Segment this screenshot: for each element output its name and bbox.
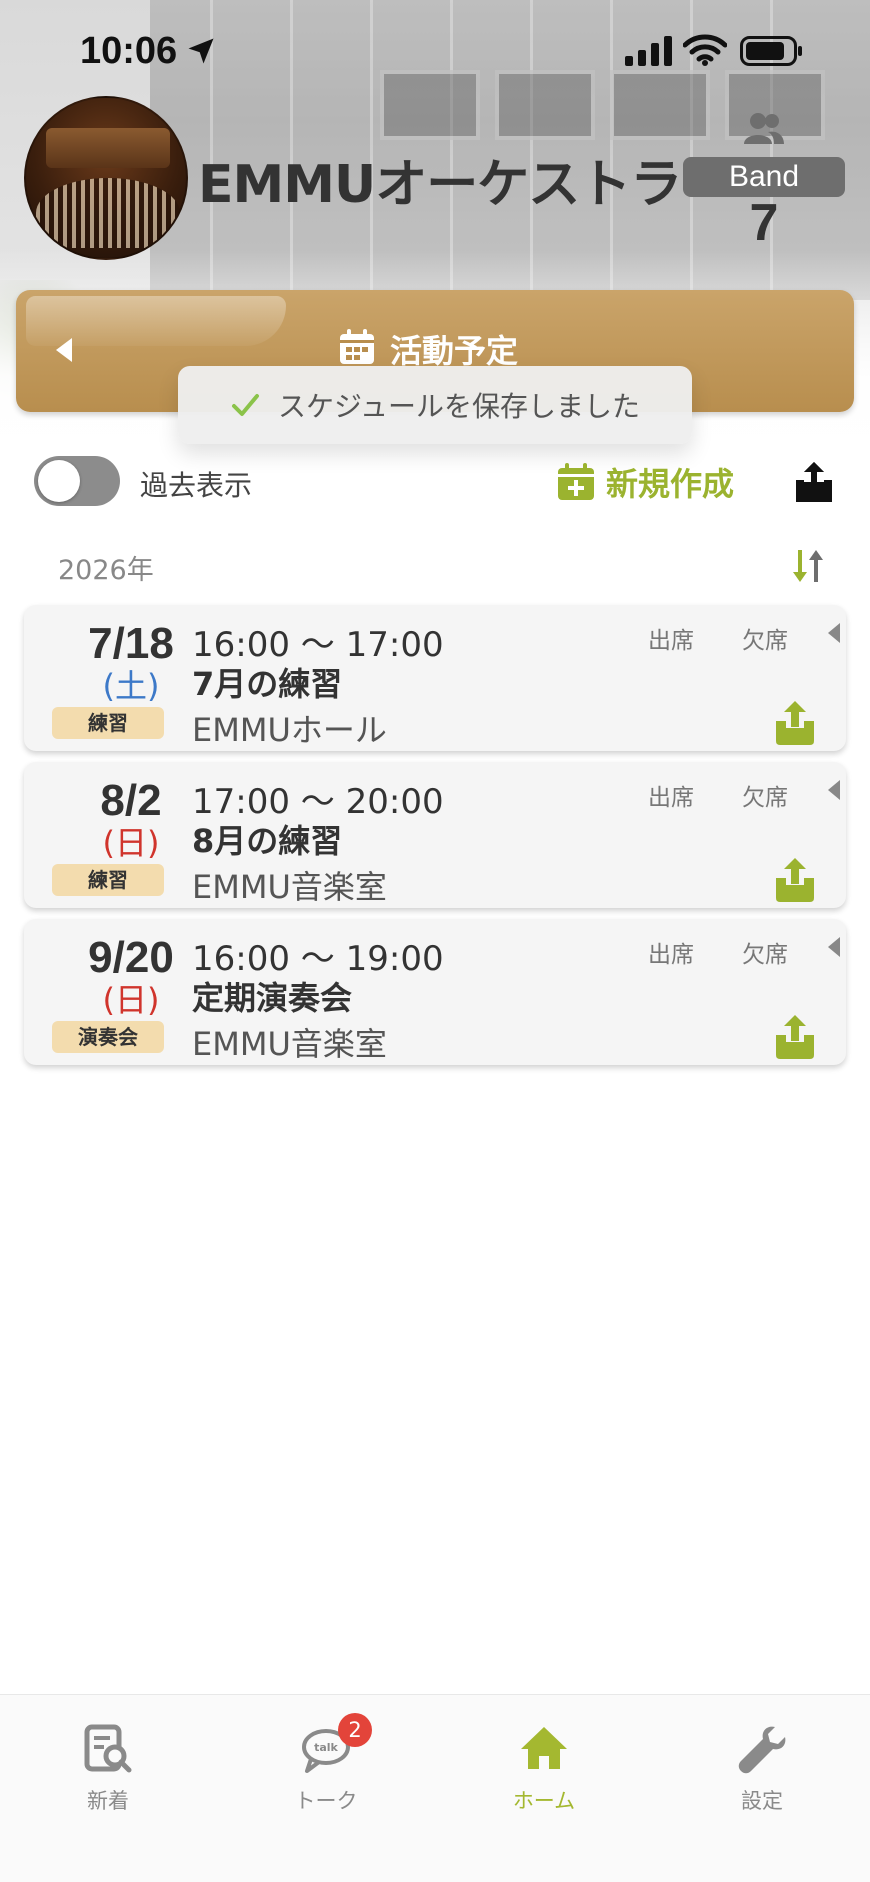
tab-label: 設定 — [741, 1789, 783, 1813]
event-place: EMMU音楽室 — [192, 1025, 387, 1063]
event-card[interactable]: 7/18 (土) 練習 16:00 〜 17:00 7月の練習 EMMUホール … — [24, 605, 846, 751]
event-title: 8月の練習 — [192, 822, 343, 860]
unread-badge: 2 — [338, 1713, 372, 1747]
event-category-tag: 練習 — [52, 707, 164, 739]
share-upload-icon[interactable] — [774, 1015, 816, 1059]
calendar-icon — [340, 329, 374, 364]
news-search-icon — [84, 1724, 132, 1773]
year-label: 2026年 — [58, 555, 154, 586]
event-category-tag: 演奏会 — [52, 1021, 164, 1053]
tab-label: トーク — [294, 1789, 358, 1813]
band-avatar[interactable] — [24, 96, 188, 260]
share-upload-icon[interactable] — [774, 858, 816, 902]
wifi-icon — [683, 34, 727, 66]
band-name: EMMUオーケストラ — [198, 155, 682, 215]
new-event-button[interactable]: 新規作成 — [556, 460, 734, 504]
band-type-badge: Band — [683, 157, 845, 197]
event-place: EMMUホール — [192, 711, 387, 749]
tab-home[interactable]: ホーム — [464, 1723, 624, 1815]
member-count: 7 — [749, 194, 779, 252]
bottom-tab-bar: 新着 talk 2 トーク ホーム 設定 — [0, 1694, 870, 1882]
calendar-add-icon — [558, 463, 594, 500]
cellular-signal-icon — [625, 36, 672, 66]
sort-icon[interactable] — [790, 546, 826, 586]
new-event-label: 新規作成 — [606, 465, 735, 503]
home-icon — [521, 1727, 567, 1769]
share-upload-icon[interactable] — [774, 701, 816, 745]
save-toast: スケジュールを保存しました — [178, 366, 692, 444]
event-category-tag: 練習 — [52, 864, 164, 896]
back-arrow-icon[interactable] — [44, 330, 84, 370]
past-display-label: 過去表示 — [140, 469, 253, 502]
event-place: EMMU音楽室 — [192, 868, 387, 906]
expand-caret-icon[interactable] — [826, 778, 842, 802]
tab-label: ホーム — [512, 1789, 576, 1813]
tab-talk[interactable]: talk 2 トーク — [246, 1713, 406, 1815]
event-card[interactable]: 8/2 (日) 練習 17:00 〜 20:00 8月の練習 EMMU音楽室 出… — [24, 762, 846, 908]
status-bar: 10:06 — [0, 0, 870, 100]
event-card[interactable]: 9/20 (日) 演奏会 16:00 〜 19:00 定期演奏会 EMMU音楽室… — [24, 919, 846, 1065]
toast-message: スケジュールを保存しました — [277, 390, 641, 423]
absent-button[interactable]: 欠席 — [742, 935, 788, 969]
battery-icon — [740, 36, 802, 66]
attend-button[interactable]: 出席 — [648, 621, 694, 655]
export-share-icon[interactable] — [792, 460, 836, 504]
event-title: 定期演奏会 — [192, 979, 353, 1017]
location-arrow-icon — [188, 38, 214, 64]
tab-news[interactable]: 新着 — [28, 1723, 188, 1815]
expand-caret-icon[interactable] — [826, 621, 842, 645]
absent-button[interactable]: 欠席 — [742, 621, 788, 655]
svg-text:talk: talk — [314, 1741, 338, 1754]
attend-button[interactable]: 出席 — [648, 778, 694, 812]
checkmark-icon — [231, 394, 259, 416]
status-time: 10:06 — [80, 30, 178, 72]
expand-caret-icon[interactable] — [826, 935, 842, 959]
wrench-icon — [738, 1726, 786, 1774]
event-title: 7月の練習 — [192, 665, 343, 703]
members-icon — [744, 113, 784, 144]
past-display-toggle[interactable] — [34, 456, 120, 506]
tab-settings[interactable]: 設定 — [682, 1723, 842, 1815]
absent-button[interactable]: 欠席 — [742, 778, 788, 812]
attend-button[interactable]: 出席 — [648, 935, 694, 969]
tab-label: 新着 — [87, 1789, 129, 1813]
